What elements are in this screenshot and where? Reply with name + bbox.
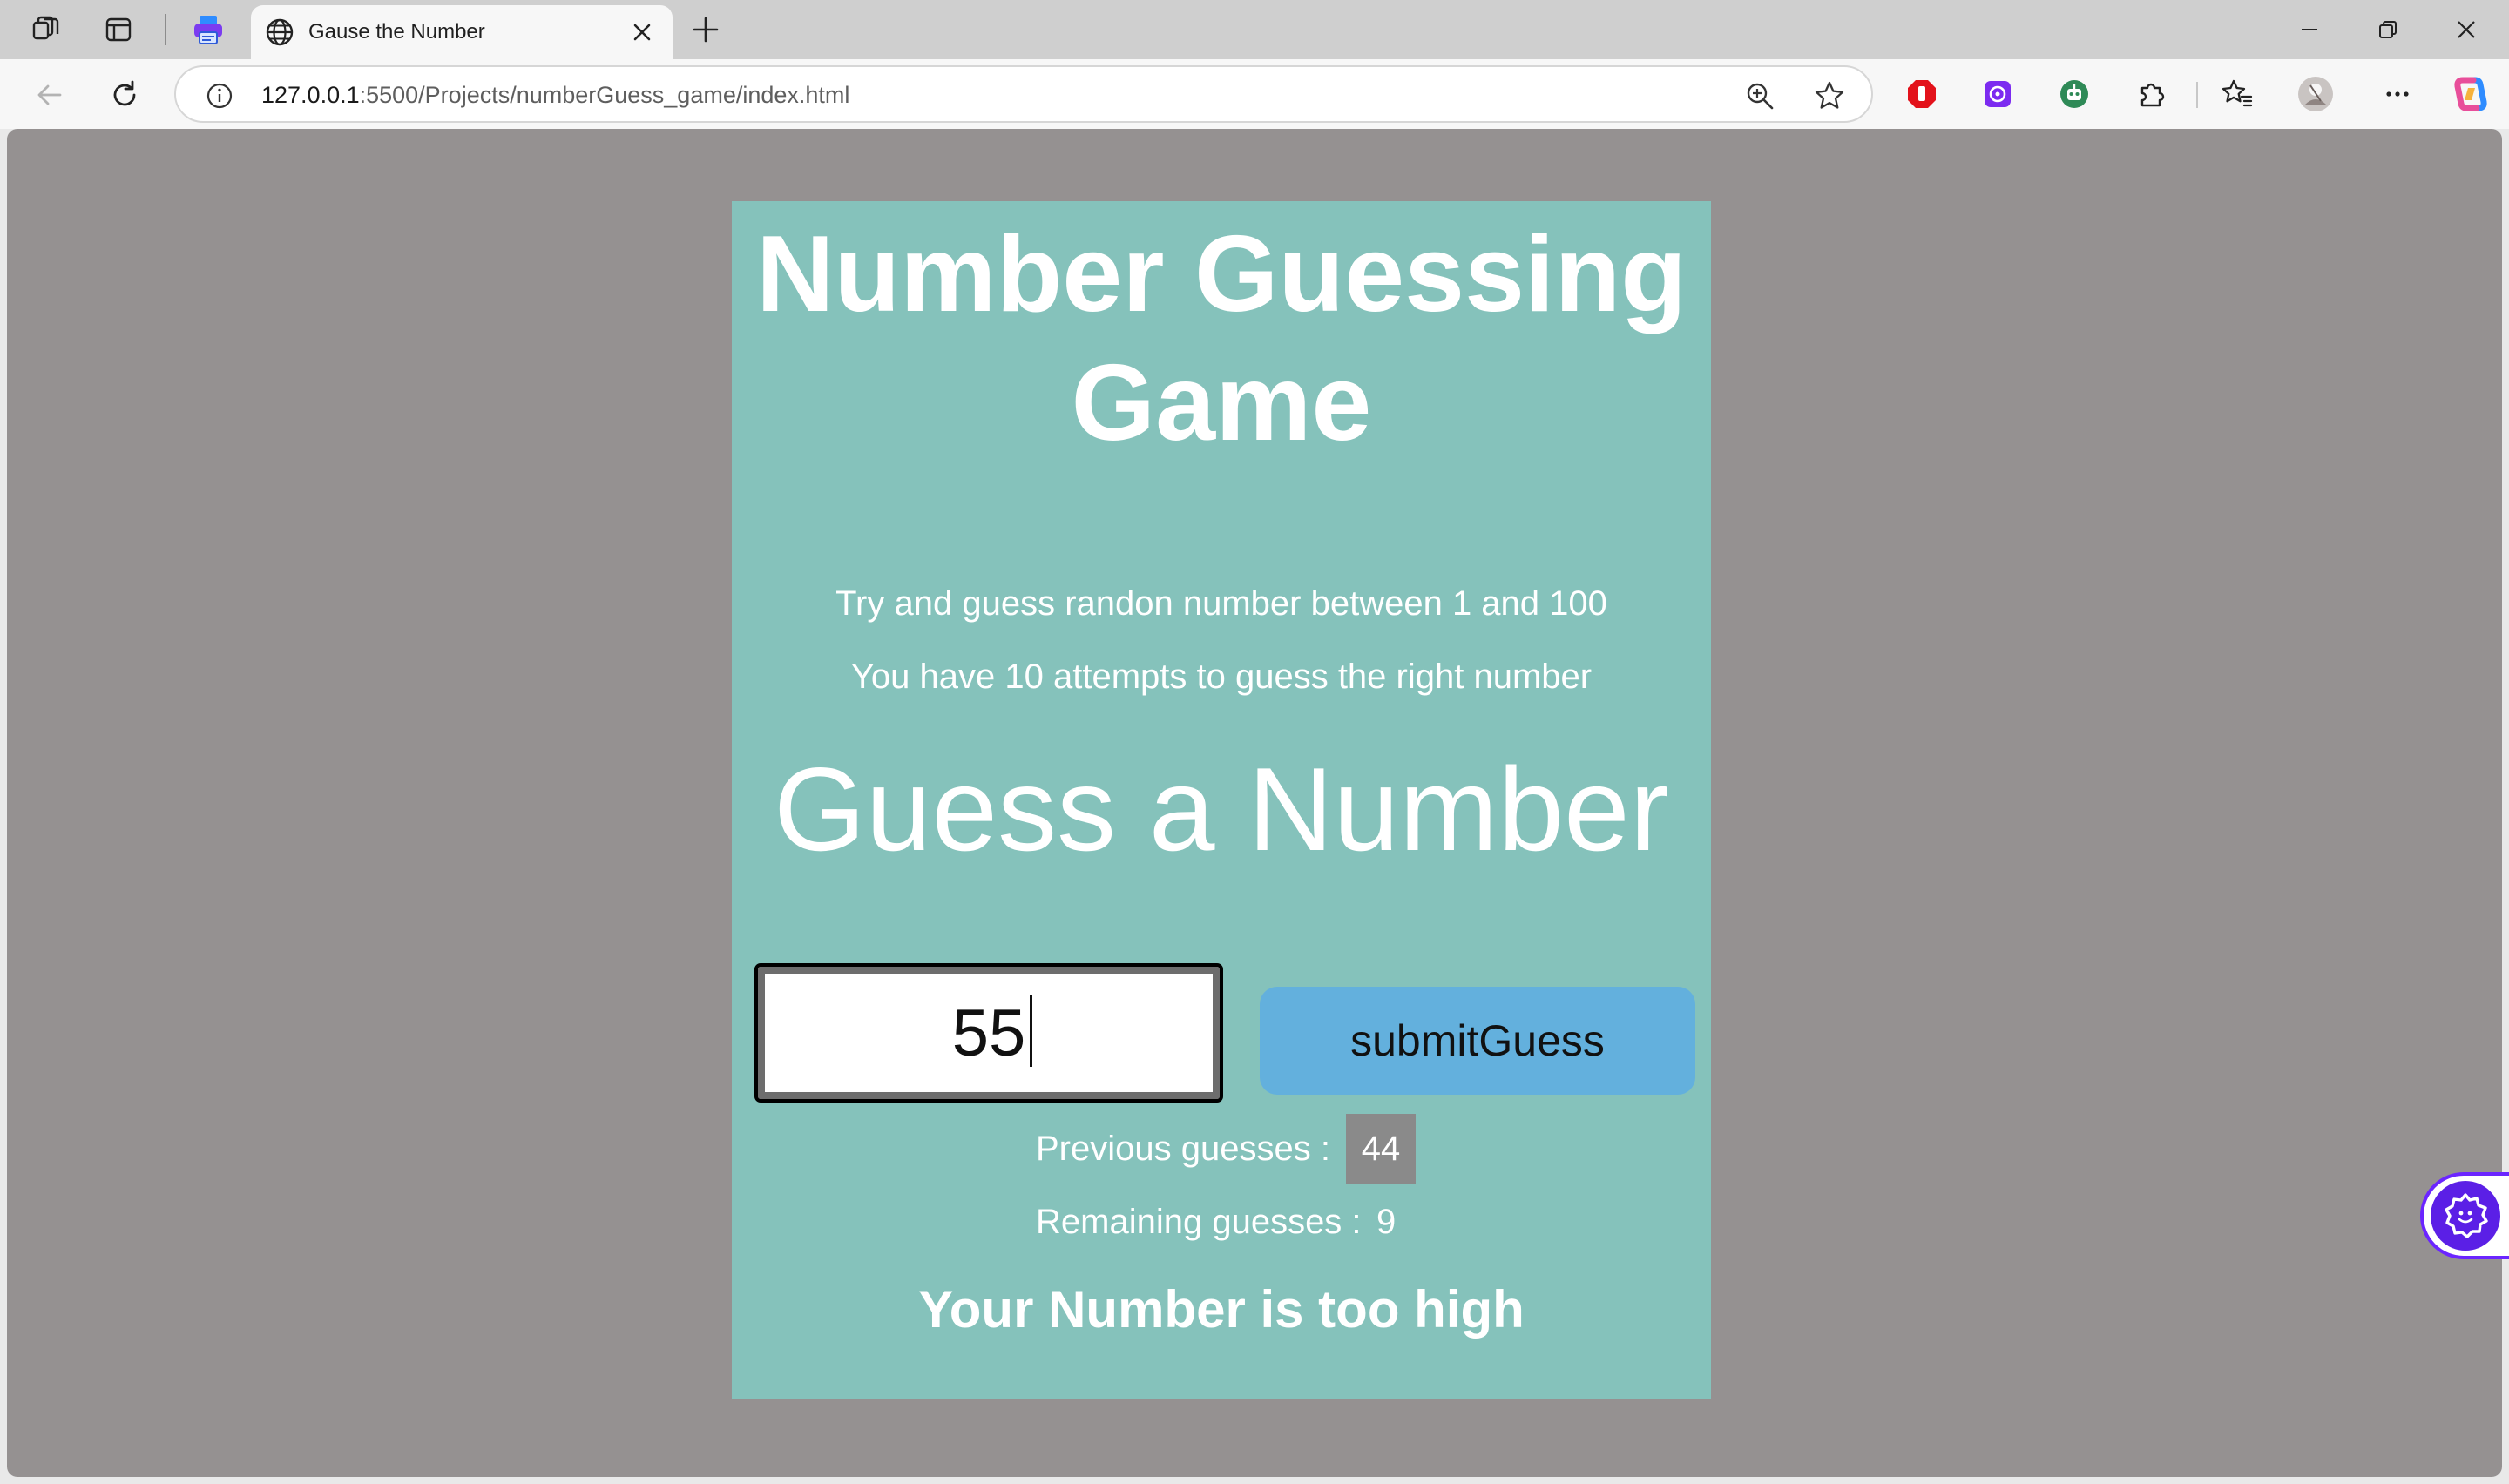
tab-strip: Gause the Number	[0, 0, 2509, 59]
floating-assistant-button[interactable]	[2420, 1172, 2509, 1259]
result-message: Your Number is too high	[918, 1280, 1525, 1339]
tab-divider	[165, 14, 166, 45]
purple-extension-icon[interactable]	[1978, 75, 2017, 113]
favorites-icon[interactable]	[2218, 75, 2256, 113]
puzzle-icon[interactable]	[2132, 75, 2170, 113]
restore-icon[interactable]	[2357, 9, 2418, 51]
star-icon[interactable]	[1812, 78, 1847, 113]
close-tab-icon[interactable]	[627, 17, 657, 47]
text-caret	[1030, 995, 1032, 1067]
browser-toolbar: 127.0.0.1:5500/Projects/numberGuess_game…	[0, 59, 2509, 129]
vertical-tabs-icon[interactable]	[101, 12, 136, 47]
page-viewport: Number Guessing Game Try and guess rando…	[7, 129, 2502, 1477]
avatar[interactable]	[2296, 75, 2335, 113]
remaining-guesses-value: 9	[1376, 1203, 1397, 1241]
url-host: 127.0.0.1	[261, 82, 360, 108]
printer-extension-icon[interactable]	[191, 12, 226, 47]
globe-icon	[263, 16, 296, 49]
submit-guess-button[interactable]: submitGuess	[1260, 987, 1695, 1095]
gear-face-icon	[2431, 1181, 2500, 1251]
intro-line-1: Try and guess randon number between 1 an…	[835, 584, 1607, 623]
workspaces-icon[interactable]	[28, 12, 63, 47]
url-text[interactable]: 127.0.0.1:5500/Projects/numberGuess_game…	[261, 82, 849, 109]
copilot-icon[interactable]	[2452, 75, 2490, 113]
new-tab-icon[interactable]	[688, 12, 723, 47]
green-extension-icon[interactable]	[2055, 75, 2093, 113]
guess-heading: Guess a Number	[774, 743, 1669, 875]
guess-input[interactable]	[754, 963, 1223, 1103]
back-icon[interactable]	[30, 75, 70, 115]
tab-active[interactable]: Gause the Number	[251, 5, 673, 59]
close-window-icon[interactable]	[2436, 9, 2497, 51]
tab-title: Gause the Number	[308, 20, 485, 44]
game-card: Number Guessing Game Try and guess rando…	[732, 201, 1711, 1399]
previous-guesses-label: Previous guesses :	[1036, 1130, 1330, 1168]
remaining-guesses-label: Remaining guesses :	[1036, 1203, 1362, 1241]
minimize-icon[interactable]	[2279, 9, 2340, 51]
page-title: Number Guessing Game	[756, 214, 1687, 463]
info-icon[interactable]	[202, 78, 237, 113]
refresh-icon[interactable]	[105, 75, 145, 115]
address-bar[interactable]: 127.0.0.1:5500/Projects/numberGuess_game…	[174, 65, 1873, 123]
more-icon[interactable]	[2378, 75, 2417, 113]
previous-guesses-value: 44	[1346, 1114, 1416, 1184]
toolbar-divider	[2196, 82, 2198, 108]
url-path: :5500/Projects/numberGuess_game/index.ht…	[359, 82, 850, 108]
zoom-icon[interactable]	[1742, 78, 1777, 113]
intro-line-2: You have 10 attempts to guess the right …	[850, 658, 1593, 696]
adblock-extension-icon[interactable]	[1903, 75, 1941, 113]
